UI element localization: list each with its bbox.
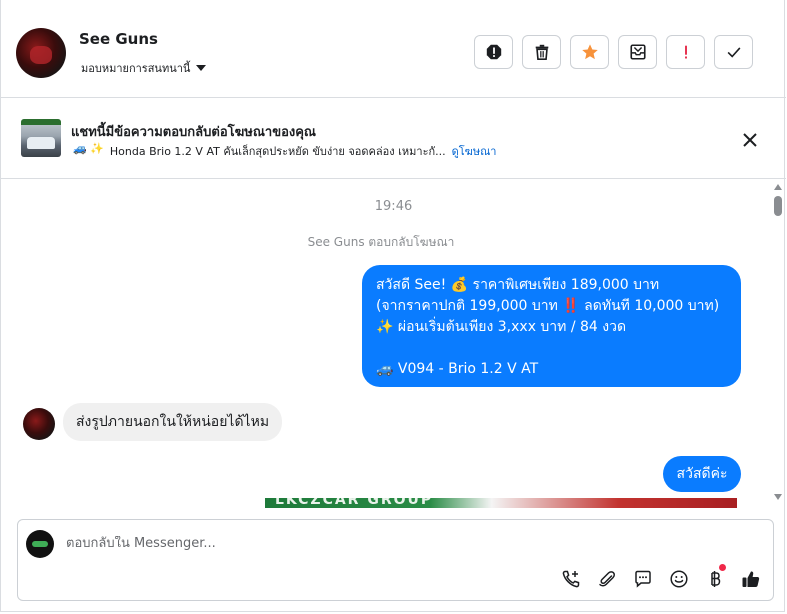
message-line bbox=[376, 338, 727, 359]
payment-button[interactable] bbox=[705, 569, 725, 589]
thumbs-up-icon bbox=[742, 571, 760, 587]
outgoing-message-bubble[interactable]: สวัสดี See! 💰 ราคาพิเศษเพียง 189,000 บาท… bbox=[362, 265, 741, 387]
scroll-down-arrow-icon[interactable] bbox=[774, 494, 782, 500]
ad-emoji: 🚙 ✨ bbox=[73, 142, 104, 155]
baht-payment-icon bbox=[711, 571, 721, 587]
emoji-icon bbox=[670, 570, 688, 588]
report-button[interactable] bbox=[474, 35, 513, 69]
message-line: (จากราคาปกติ 199,000 บาท ‼️ ลดทันที 10,0… bbox=[376, 298, 720, 314]
assign-label: มอบหมายการสนทนานี้ bbox=[81, 62, 191, 75]
ad-thumbnail[interactable] bbox=[21, 119, 61, 157]
delete-button[interactable] bbox=[522, 35, 561, 69]
check-icon bbox=[727, 47, 740, 58]
caret-down-icon bbox=[196, 65, 207, 71]
reply-composer bbox=[17, 519, 774, 601]
star-button[interactable] bbox=[570, 35, 609, 69]
message-line: ✨ ผ่อนเริ่มต้นเพียง 3,xxx บาท / 84 งวด bbox=[376, 319, 627, 335]
scroll-up-arrow-icon[interactable] bbox=[774, 184, 782, 190]
view-ad-link[interactable]: ดูโฆษณา bbox=[452, 142, 497, 160]
important-icon bbox=[684, 45, 687, 59]
message-timestamp: 19:46 bbox=[374, 199, 413, 214]
like-button[interactable] bbox=[741, 569, 761, 589]
image-attachment-preview[interactable]: LKCZCAR GROUP bbox=[265, 498, 737, 508]
thread-scrollbar[interactable] bbox=[772, 182, 784, 506]
attachment-icon bbox=[599, 571, 615, 587]
archive-button[interactable] bbox=[618, 35, 657, 69]
call-button[interactable] bbox=[561, 569, 581, 589]
contact-name[interactable]: See Guns bbox=[79, 30, 158, 48]
star-icon bbox=[581, 44, 598, 60]
ad-reply-banner: แชทนี้มีข้อความตอบกลับต่อโฆษณาของคุณ 🚙 ✨… bbox=[1, 99, 786, 179]
attach-button[interactable] bbox=[597, 569, 617, 589]
message-line: สวัสดี See! 💰 ราคาพิเศษเพียง 189,000 บาท bbox=[376, 277, 660, 293]
saved-reply-icon bbox=[635, 570, 651, 588]
call-add-icon bbox=[562, 570, 580, 588]
saved-replies-button[interactable] bbox=[633, 569, 653, 589]
incoming-message-bubble[interactable]: ส่งรูปภายนอกในให้หน่อยได้ไหม bbox=[63, 403, 283, 441]
ad-description-row: 🚙 ✨ Honda Brio 1.2 V AT คันเล็กสุดประหยั… bbox=[73, 142, 496, 160]
emoji-button[interactable] bbox=[669, 569, 689, 589]
message-thread[interactable]: 19:46 See Guns ตอบกลับโฆษณา สวัสดี See! … bbox=[1, 180, 771, 508]
assign-conversation-dropdown[interactable]: มอบหมายการสนทนานี้ bbox=[81, 59, 207, 77]
ad-banner-title: แชทนี้มีข้อความตอบกลับต่อโฆษณาของคุณ bbox=[71, 125, 316, 140]
trash-icon bbox=[535, 44, 548, 61]
archive-icon bbox=[629, 44, 646, 60]
outgoing-message-bubble[interactable]: สวัสดีค่ะ bbox=[663, 456, 741, 492]
mark-done-button[interactable] bbox=[714, 35, 753, 69]
ad-reply-note: See Guns ตอบกลับโฆษณา bbox=[307, 235, 455, 249]
page-avatar bbox=[26, 530, 54, 558]
image-text: LKCZCAR GROUP bbox=[275, 498, 434, 508]
messenger-chat-panel: See Guns มอบหมายการสนทนานี้ แชทนี้มีข้อค… bbox=[0, 0, 786, 612]
scrollbar-thumb[interactable] bbox=[774, 196, 782, 216]
chat-header: See Guns มอบหมายการสนทนานี้ bbox=[1, 0, 786, 98]
close-icon[interactable] bbox=[740, 130, 760, 150]
contact-avatar[interactable] bbox=[16, 28, 66, 78]
ad-description: Honda Brio 1.2 V AT คันเล็กสุดประหยัด ขั… bbox=[109, 145, 446, 158]
message-line: 🚙 V094 - Brio 1.2 V AT bbox=[376, 361, 539, 377]
sender-avatar[interactable] bbox=[23, 408, 55, 440]
report-icon bbox=[486, 44, 501, 60]
reply-input[interactable] bbox=[66, 536, 546, 551]
notification-dot bbox=[719, 564, 726, 571]
mark-important-button[interactable] bbox=[666, 35, 705, 69]
